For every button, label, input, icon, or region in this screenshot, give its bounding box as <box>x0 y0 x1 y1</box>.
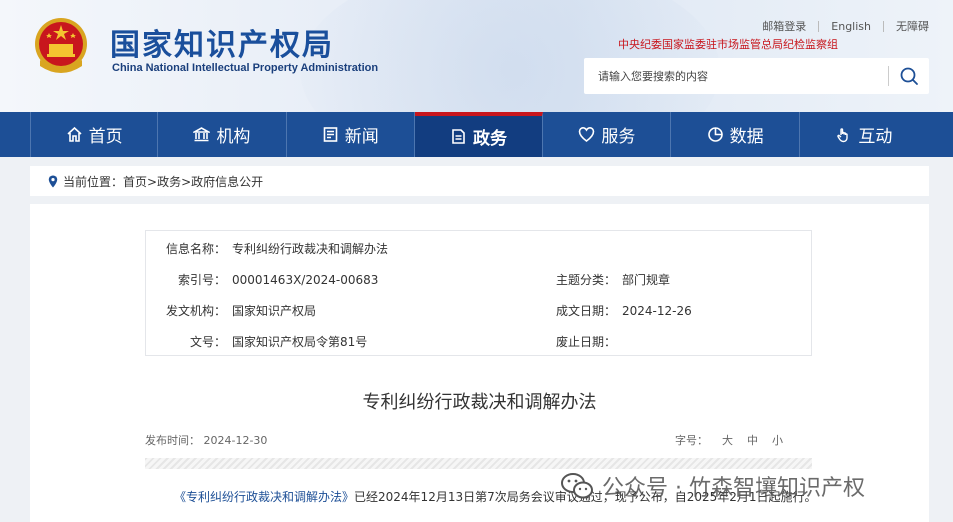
font-size-medium-button[interactable]: 中 <box>747 432 758 448</box>
nav-item-label: 互动 <box>858 127 893 147</box>
document-title: 专利纠纷行政裁决和调解办法 <box>362 392 597 413</box>
institution-icon <box>193 127 211 142</box>
top-links: 邮箱登录 English 无障碍 <box>750 18 929 34</box>
mail-login-link[interactable]: 邮箱登录 <box>750 18 818 34</box>
publish-label: 发布时间： <box>145 434 200 447</box>
divider-stripe <box>145 458 812 469</box>
nav-item-label: 机构 <box>216 127 251 147</box>
breadcrumb-prefix: 当前位置： <box>63 174 124 189</box>
nav-item-label: 新闻 <box>344 127 379 147</box>
info-label: 主题分类： <box>555 273 616 287</box>
info-row: 索引号： 00001463X/2024-00683 主题分类： 部门规章 <box>146 264 811 295</box>
info-label: 发文机构： <box>165 304 226 318</box>
nav-item-home[interactable]: 首页 <box>30 112 159 157</box>
font-size-label: 字号： <box>675 434 708 447</box>
info-value: 专利纠纷行政裁决和调解办法 <box>232 242 389 256</box>
search-box <box>584 58 929 94</box>
location-pin-icon <box>48 175 58 187</box>
breadcrumb: 当前位置： 首页>政务>政府信息公开 <box>30 166 929 196</box>
nav-item-label: 首页 <box>88 127 123 147</box>
publish-date: 2024-12-30 <box>203 434 268 447</box>
info-label: 信息名称： <box>165 242 226 256</box>
wechat-icon <box>561 473 593 499</box>
search-icon <box>900 67 918 85</box>
nav-item-label: 政务 <box>473 129 508 149</box>
interaction-icon <box>837 128 849 143</box>
nav-item-news[interactable]: 新闻 <box>287 112 415 157</box>
nav-item-government[interactable]: 政务 <box>414 112 544 157</box>
info-label: 成文日期： <box>555 304 616 318</box>
nav-item-data[interactable]: 数据 <box>671 112 800 157</box>
wechat-watermark: 公众号 · 竹森智壤知识产权 <box>560 470 865 502</box>
nav-item-label: 服务 <box>601 127 636 147</box>
info-value: 部门规章 <box>622 273 671 287</box>
service-icon <box>579 126 595 142</box>
info-row: 信息名称： 专利纠纷行政裁决和调解办法 <box>146 233 811 264</box>
font-size-small-button[interactable]: 小 <box>772 432 783 448</box>
info-value: 国家知识产权局 <box>232 304 317 318</box>
info-row: 发文机构： 国家知识产权局 成文日期： 2024-12-26 <box>146 295 811 326</box>
info-value: 00001463X/2024-00683 <box>232 272 379 287</box>
data-icon <box>707 127 723 142</box>
site-name-cn: 国家知识产权局 <box>110 28 334 63</box>
english-link[interactable]: English <box>819 20 883 33</box>
accessibility-link[interactable]: 无障碍 <box>884 18 929 34</box>
info-label: 文号： <box>189 335 226 349</box>
news-icon <box>323 127 338 142</box>
document-link[interactable]: 《专利纠纷行政裁决和调解办法》 <box>174 490 354 504</box>
government-icon <box>452 129 465 144</box>
nav-item-interaction[interactable]: 互动 <box>800 112 928 157</box>
main-nav: 首页 机构 新闻 政务 服务 数据 互动 <box>0 112 953 157</box>
home-icon <box>67 126 82 142</box>
info-row: 文号： 国家知识产权局令第81号 废止日期： <box>146 326 811 357</box>
info-value: 国家知识产权局令第81号 <box>232 335 368 349</box>
breadcrumb-path[interactable]: 首页>政务>政府信息公开 <box>123 173 263 190</box>
info-table: 信息名称： 专利纠纷行政裁决和调解办法 索引号： 00001463X/2024-… <box>145 230 812 356</box>
site-header: 国家知识产权局 China National Intellectual Prop… <box>0 0 953 112</box>
supervise-link[interactable]: 中央纪委国家监委驻市场监管总局纪检监察组 <box>618 36 838 52</box>
nav-item-institution[interactable]: 机构 <box>158 112 287 157</box>
publish-meta: 发布时间： 2024-12-30 <box>145 432 267 448</box>
header-decoration <box>300 0 720 112</box>
site-name-en: China National Intellectual Property Adm… <box>112 62 379 74</box>
info-label: 废止日期： <box>555 335 616 349</box>
watermark-text: 公众号 · 竹森智壤知识产权 <box>602 476 865 501</box>
search-button[interactable] <box>896 64 922 88</box>
nav-item-service[interactable]: 服务 <box>543 112 672 157</box>
font-size-large-button[interactable]: 大 <box>722 432 733 448</box>
search-divider <box>888 66 889 86</box>
search-input[interactable] <box>598 67 878 85</box>
font-size-switch: 字号： 大 中 小 <box>661 432 783 448</box>
info-label: 索引号： <box>177 273 226 287</box>
info-value: 2024-12-26 <box>622 303 692 318</box>
nav-item-label: 数据 <box>729 127 764 147</box>
national-emblem-icon <box>35 18 87 73</box>
